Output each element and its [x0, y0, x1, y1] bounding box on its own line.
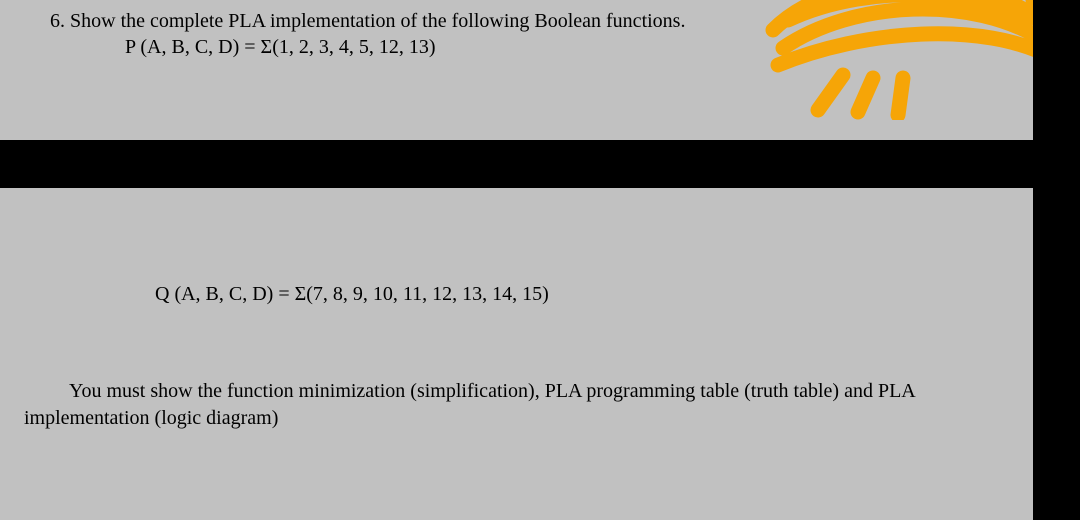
- function-q-definition: Q (A, B, C, D) = Σ(7, 8, 9, 10, 11, 12, …: [155, 283, 549, 306]
- function-p-definition: P (A, B, C, D) = Σ(1, 2, 3, 4, 5, 12, 13…: [125, 36, 436, 59]
- question-prompt-line: 6. Show the complete PLA implementation …: [50, 10, 685, 33]
- question-prompt: Show the complete PLA implementation of …: [70, 10, 685, 32]
- document-page: 6. Show the complete PLA implementation …: [0, 0, 1033, 520]
- question-number: 6.: [50, 10, 70, 32]
- redaction-bar: [0, 140, 1033, 188]
- highlighter-scribble-icon: [733, 0, 1080, 120]
- instructions-text: You must show the function minimization …: [24, 378, 1014, 432]
- black-margin: [1033, 0, 1080, 520]
